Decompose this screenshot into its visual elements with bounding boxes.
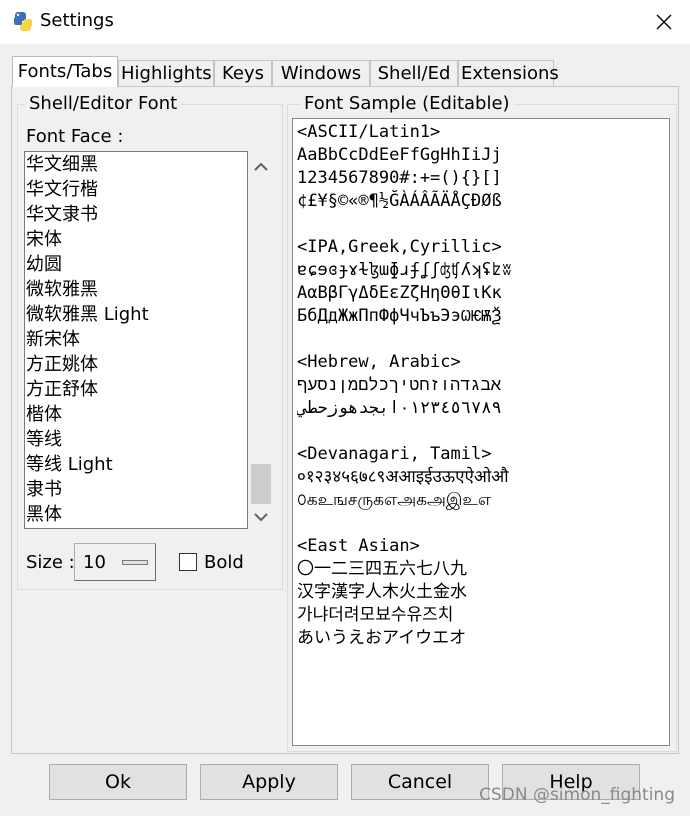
sample-line: БбДдЖжПпФфЧчЪъЭэѠѤѬѮ bbox=[297, 306, 502, 326]
tab-fonts-tabs[interactable]: Fonts/Tabs bbox=[12, 56, 118, 87]
sample-line: 汉字漢字人木火土金水 bbox=[297, 582, 467, 602]
close-icon bbox=[656, 14, 672, 30]
sample-line: あいうえおアイウエオ bbox=[297, 628, 467, 648]
list-item[interactable]: 等线 Light bbox=[25, 452, 247, 477]
list-item[interactable]: 黑体 bbox=[25, 502, 247, 527]
sample-line: <IPA,Greek,Cyrillic> bbox=[297, 237, 502, 257]
tab-windows[interactable]: Windows bbox=[272, 60, 370, 86]
sample-line: ¢£¥§©«®¶½ĞÀÁÂÃÄÅÇÐØß bbox=[297, 191, 502, 211]
scroll-down-button[interactable] bbox=[249, 505, 273, 529]
tab-extensions[interactable]: Extensions bbox=[458, 60, 559, 86]
ok-button[interactable]: Ok bbox=[49, 764, 187, 800]
close-button[interactable] bbox=[638, 0, 690, 44]
list-item[interactable]: 方正舒体 bbox=[25, 377, 247, 402]
python-icon bbox=[12, 11, 34, 33]
sample-line: ०१२३४५६७८९अआइईउऊएऐओऔ bbox=[297, 467, 509, 487]
sample-line: 1234567890#:+=(){}[] bbox=[297, 168, 502, 188]
sample-line: <Hebrew, Arabic> bbox=[297, 352, 461, 372]
font-size-value: 10 bbox=[83, 552, 106, 573]
font-size-menu[interactable]: 10 bbox=[74, 543, 156, 581]
title-bar: Settings bbox=[0, 0, 690, 44]
sample-line: ௦கஉஙசருகஎஅகஅஇஉஎ bbox=[297, 490, 492, 510]
scroll-thumb[interactable] bbox=[251, 464, 271, 504]
tab-shell-ed[interactable]: Shell/Ed bbox=[370, 60, 458, 86]
sample-line: 〇一二三四五六七八九 bbox=[297, 559, 467, 579]
list-item[interactable]: 微软雅黑 Light bbox=[25, 302, 247, 327]
list-item[interactable]: 华文细黑 bbox=[25, 152, 247, 177]
sample-line: ɐɕɘɞɟɤɫɮɯɸɹʄʆʃʤʧʎʞʢʫʬ bbox=[297, 260, 512, 280]
sample-line: 가냐더려모뵤수유즈치 bbox=[297, 605, 454, 625]
sample-line: AaBbCcDdEeFfGgHhIiJj bbox=[297, 145, 502, 165]
font-face-list[interactable]: 华文细黑 华文行楷 华文隶书 宋体 幼圆 微软雅黑 微软雅黑 Light 新宋体… bbox=[24, 151, 248, 529]
apply-button[interactable]: Apply bbox=[200, 764, 338, 800]
scroll-up-button[interactable] bbox=[249, 155, 273, 179]
list-item[interactable]: 幼圆 bbox=[25, 252, 247, 277]
font-sample-text[interactable]: <ASCII/Latin1> AaBbCcDdEeFfGgHhIiJj 1234… bbox=[292, 118, 670, 746]
sample-line: <Devanagari, Tamil> bbox=[297, 444, 492, 464]
sample-line bbox=[297, 213, 665, 236]
bold-checkbox[interactable] bbox=[179, 553, 197, 571]
sample-line bbox=[297, 420, 665, 443]
bold-label: Bold bbox=[204, 552, 244, 573]
list-item[interactable]: 等线 bbox=[25, 427, 247, 452]
list-item[interactable]: 新宋体 bbox=[25, 327, 247, 352]
sample-line: <ASCII/Latin1> bbox=[297, 122, 441, 142]
sample-line bbox=[297, 512, 665, 535]
chevron-up-icon bbox=[254, 162, 268, 171]
size-label: Size : bbox=[26, 552, 75, 573]
sample-line: ΑαΒβΓγΔδΕεΖζΗηΘθΙιΚκ bbox=[297, 283, 502, 303]
option-menu-indicator-icon bbox=[122, 560, 148, 565]
font-face-label: Font Face : bbox=[26, 126, 124, 147]
shell-editor-font-title: Shell/Editor Font bbox=[25, 93, 182, 114]
sample-line: ٠١٢٣٤٥٦٧٨٩ابجدهوزحطي bbox=[297, 398, 502, 418]
watermark: CSDN @simon_fighting bbox=[479, 785, 675, 805]
list-item[interactable]: 方正姚体 bbox=[25, 352, 247, 377]
list-item[interactable]: 楷体 bbox=[25, 402, 247, 427]
sample-line: <East Asian> bbox=[297, 536, 420, 556]
font-list-scrollbar[interactable] bbox=[249, 151, 273, 529]
window-title: Settings bbox=[40, 10, 114, 31]
tab-keys[interactable]: Keys bbox=[214, 60, 272, 86]
list-item[interactable]: 隶书 bbox=[25, 477, 247, 502]
chevron-down-icon bbox=[254, 513, 268, 522]
font-sample-title: Font Sample (Editable) bbox=[300, 93, 514, 114]
sample-line: אבגדהוזחטיךכלםמןנסעף bbox=[297, 375, 502, 395]
list-item[interactable]: 宋体 bbox=[25, 227, 247, 252]
sample-line bbox=[297, 328, 665, 351]
cancel-button[interactable]: Cancel bbox=[351, 764, 489, 800]
list-item[interactable]: 微软雅黑 bbox=[25, 277, 247, 302]
list-item[interactable]: 华文隶书 bbox=[25, 202, 247, 227]
tab-highlights[interactable]: Highlights bbox=[118, 60, 214, 86]
list-item[interactable]: 华文行楷 bbox=[25, 177, 247, 202]
